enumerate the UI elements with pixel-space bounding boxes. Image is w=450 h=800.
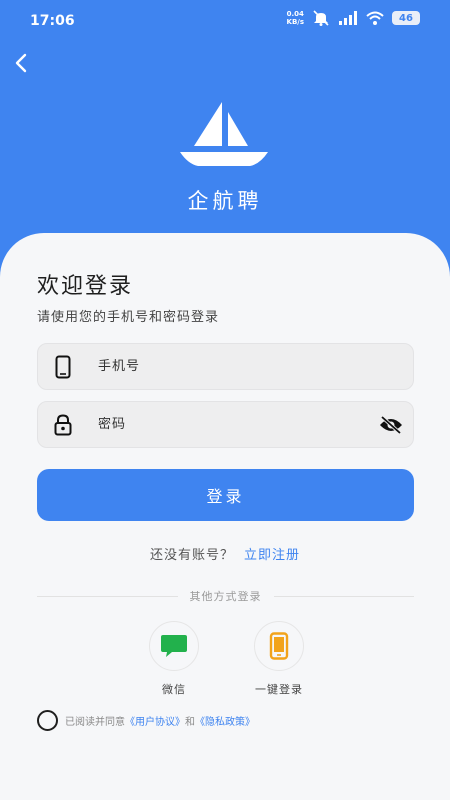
one-click-label: 一键登录 (255, 683, 303, 696)
password-input[interactable] (88, 417, 369, 432)
page-subtitle: 请使用您的手机号和密码登录 (37, 310, 220, 325)
mute-icon (313, 10, 329, 26)
page-title: 欢迎登录 (37, 274, 134, 299)
agree-prefix: 已阅读并同意 (65, 717, 125, 728)
net-speed-unit: KB/s (286, 18, 304, 26)
status-bar: 17:06 0.04 KB/s 46 (0, 0, 450, 40)
divider-line (273, 595, 414, 597)
divider-line (37, 595, 178, 597)
login-screen: 17:06 0.04 KB/s 46 企航聘 欢迎登录 请使用您的手机号和密码登… (0, 0, 450, 800)
phone-input[interactable] (88, 359, 413, 374)
wechat-icon (161, 635, 187, 657)
net-speed-value: 0.04 (286, 10, 304, 18)
wifi-icon (366, 11, 384, 25)
one-click-login-button[interactable]: 一键登录 (244, 621, 314, 697)
net-speed: 0.04 KB/s (287, 10, 304, 26)
wechat-circle[interactable] (149, 621, 199, 671)
back-button[interactable] (8, 50, 34, 76)
phone-icon (269, 632, 289, 660)
eye-off-icon[interactable] (369, 415, 413, 434)
one-click-circle[interactable] (254, 621, 304, 671)
login-button[interactable]: 登录 (37, 469, 414, 521)
phone-icon (38, 355, 88, 379)
signal-icon (339, 11, 357, 25)
chevron-left-icon (15, 53, 27, 73)
register-row: 还没有账号？ 立即注册 (0, 544, 450, 563)
sailboat-icon (180, 102, 268, 166)
phone-field[interactable] (37, 343, 414, 390)
status-time: 17:06 (30, 13, 75, 29)
lock-icon (38, 413, 88, 436)
agree-radio[interactable] (37, 710, 58, 731)
wechat-login-button[interactable]: 微信 (139, 621, 209, 697)
battery-icon: 46 (392, 11, 420, 25)
other-methods-label: 其他方式登录 (189, 590, 262, 603)
status-icons: 0.04 KB/s 46 (287, 10, 420, 26)
agreement-row: 已阅读并同意 《用户协议》 和 《隐私政策》 (37, 710, 255, 731)
password-field[interactable] (37, 401, 414, 448)
other-methods-divider: 其他方式登录 (37, 588, 414, 604)
user-agreement-link[interactable]: 《用户协议》 (125, 713, 185, 728)
privacy-policy-link[interactable]: 《隐私政策》 (195, 713, 255, 728)
agree-and: 和 (185, 717, 195, 728)
register-link[interactable]: 立即注册 (244, 548, 300, 563)
app-name: 企航聘 (187, 189, 263, 213)
no-account-text: 还没有账号？ (149, 548, 234, 563)
wechat-label: 微信 (162, 683, 186, 696)
